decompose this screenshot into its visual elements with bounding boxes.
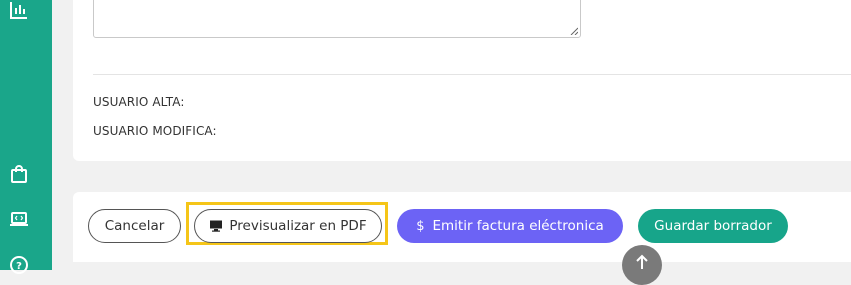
preview-pdf-button[interactable]: Previsualizar en PDF — [194, 209, 382, 243]
usuario-alta-label: USUARIO ALTA: — [93, 95, 185, 109]
svg-text:?: ? — [16, 261, 22, 272]
help-circle-icon[interactable]: ? — [8, 254, 30, 276]
sidebar: ? — [0, 0, 52, 274]
scroll-to-top-button[interactable] — [622, 245, 662, 285]
observaciones-textarea[interactable] — [93, 0, 581, 38]
cancel-button-label: Cancelar — [104, 218, 165, 234]
preview-pdf-button-label: Previsualizar en PDF — [229, 218, 367, 234]
dollar-icon: $ — [416, 218, 425, 234]
save-draft-button[interactable]: Guardar borrador — [638, 209, 788, 243]
save-draft-button-label: Guardar borrador — [654, 218, 772, 234]
emit-invoice-button-label: Emitir factura eléctronica — [432, 218, 604, 234]
emit-invoice-button[interactable]: $ Emitir factura eléctronica — [397, 209, 623, 243]
resize-handle-icon[interactable] — [570, 27, 578, 35]
shopping-bag-icon[interactable] — [8, 163, 30, 185]
usuario-modifica-label: USUARIO MODIFICA: — [93, 124, 217, 138]
divider — [93, 74, 851, 75]
arrow-up-icon — [636, 254, 648, 269]
bar-chart-icon[interactable] — [8, 0, 30, 22]
cancel-button[interactable]: Cancelar — [88, 209, 181, 243]
monitor-icon — [210, 220, 223, 232]
laptop-code-icon[interactable] — [8, 208, 30, 230]
